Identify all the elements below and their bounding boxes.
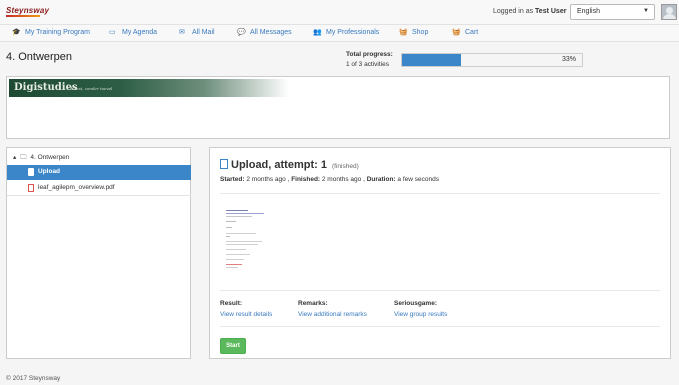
avatar-head-shape xyxy=(666,7,673,14)
tree-item-pdf[interactable]: leaf_agilepm_overview.pdf xyxy=(7,181,191,196)
course-banner: Digistudies kunst, zonder toeval xyxy=(9,79,289,97)
top-bar: Steynsway Logged in as Test User English… xyxy=(0,0,679,25)
document-icon xyxy=(28,168,34,176)
progress-bar: 33% xyxy=(401,53,583,67)
logo-text: Steynsway xyxy=(6,6,50,15)
seriousgame-label: Seriousgame: xyxy=(394,300,437,307)
started-value: 2 months ago , xyxy=(246,176,290,183)
divider xyxy=(220,326,660,327)
page-title: 4. Ontwerpen xyxy=(6,51,73,63)
duration-label: Duration: xyxy=(366,176,396,183)
cart-icon: 🧺 xyxy=(452,29,461,36)
thumb-line xyxy=(226,227,232,228)
divider xyxy=(220,193,660,194)
caret-down-icon: ▼ xyxy=(643,8,649,14)
thumb-line xyxy=(226,241,262,242)
tree-item-label: leaf_agilepm_overview.pdf xyxy=(38,184,115,191)
nav-label: All Messages xyxy=(250,29,292,36)
nav-label: My Professionals xyxy=(326,29,380,36)
thumb-line xyxy=(226,213,264,214)
activity-panel: Upload, attempt: 1 (finished) Started: 2… xyxy=(209,147,671,359)
start-button[interactable]: Start xyxy=(220,338,246,354)
logo-underline xyxy=(6,15,40,17)
professionals-icon: 👥 xyxy=(313,29,322,36)
activity-title: Upload, attempt: 1 (finished) xyxy=(220,159,359,171)
nav-item-all-messages[interactable]: 💬 All Messages xyxy=(237,28,292,36)
main-nav: 🎓 My Training Program ▭ My Agenda ✉ All Mai… xyxy=(0,25,679,42)
view-additional-remarks-link[interactable]: View additional remarks xyxy=(298,311,367,318)
thumb-line xyxy=(226,264,242,265)
banner-tagline: kunst, zonder toeval xyxy=(71,86,113,91)
progress-percent: 33% xyxy=(561,56,576,63)
nav-item-shop[interactable]: 🧺 Shop xyxy=(399,28,428,36)
mail-icon: ✉ xyxy=(179,29,185,36)
shop-icon: 🧺 xyxy=(399,29,408,36)
nav-label: Shop xyxy=(412,29,429,36)
activity-title-text: Upload, attempt: 1 xyxy=(231,159,327,171)
nav-item-agenda[interactable]: ▭ My Agenda xyxy=(109,28,157,36)
footer-copyright: © 2017 Steynsway xyxy=(6,375,61,382)
seriousgame-block: Seriousgame: View group results xyxy=(394,300,447,318)
remarks-label: Remarks: xyxy=(298,300,328,307)
training-icon: 🎓 xyxy=(12,29,21,36)
nav-item-training-program[interactable]: 🎓 My Training Program xyxy=(12,28,90,36)
nav-item-cart[interactable]: 🧺 Cart xyxy=(452,28,478,36)
result-block: Result: View result details xyxy=(220,300,272,318)
thumb-line xyxy=(226,249,246,250)
nav-label: My Training Program xyxy=(25,29,90,36)
remarks-block: Remarks: View additional remarks xyxy=(298,300,367,318)
finished-label: Finished: xyxy=(291,176,321,183)
tree-item-label: Upload xyxy=(38,168,61,175)
duration-value: a few seconds xyxy=(397,176,439,183)
avatar[interactable] xyxy=(661,4,677,20)
nav-label: Cart xyxy=(465,29,479,36)
course-banner-box: Digistudies kunst, zonder toeval xyxy=(6,76,670,139)
thumb-line xyxy=(226,233,256,234)
avatar-body-shape xyxy=(663,14,676,19)
thumb-line xyxy=(226,236,230,237)
thumb-line xyxy=(226,244,258,245)
nav-label: All Mail xyxy=(192,29,215,36)
user-name: Test User xyxy=(535,8,567,15)
messages-icon: 💬 xyxy=(237,29,246,36)
thumb-line xyxy=(226,267,238,268)
activity-meta: Started: 2 months ago , Finished: 2 mont… xyxy=(220,176,439,183)
progress-activities: 1 of 3 activities xyxy=(346,61,389,68)
thumb-line xyxy=(226,259,244,260)
nav-label: My Agenda xyxy=(122,29,158,36)
document-icon xyxy=(220,159,228,170)
folder-icon: 🗀 xyxy=(20,154,27,161)
result-label: Result: xyxy=(220,300,243,307)
collapse-caret-icon: ▴ xyxy=(13,154,17,161)
activity-status: (finished) xyxy=(332,163,359,170)
logged-in-status: Logged in as Test User xyxy=(493,8,566,15)
tree-item-upload[interactable]: Upload xyxy=(7,165,191,180)
thumb-line xyxy=(226,210,248,211)
pdf-icon xyxy=(28,184,34,192)
view-group-results-link[interactable]: View group results xyxy=(394,311,447,318)
course-tree: ▴ 🗀 4. Ontwerpen Upload leaf_agilepm_ove… xyxy=(6,147,191,359)
agenda-icon: ▭ xyxy=(109,29,116,36)
progress-bar-fill xyxy=(402,54,462,66)
divider xyxy=(220,290,660,291)
nav-item-all-mail[interactable]: ✉ All Mail xyxy=(179,28,215,36)
logo[interactable]: Steynsway xyxy=(6,6,50,17)
thumb-line xyxy=(226,221,236,222)
view-result-details-link[interactable]: View result details xyxy=(220,311,272,318)
nav-item-my-professionals[interactable]: 👥 My Professionals xyxy=(313,28,379,36)
finished-value: 2 months ago , xyxy=(321,176,365,183)
tree-root-label: 4. Ontwerpen xyxy=(30,154,70,161)
document-thumbnail[interactable] xyxy=(226,208,266,272)
banner-brand: Digistudies xyxy=(14,82,78,93)
thumb-line xyxy=(226,216,252,217)
tree-root-item[interactable]: ▴ 🗀 4. Ontwerpen xyxy=(13,153,69,164)
language-select[interactable]: English ▼ xyxy=(570,4,655,20)
progress-label: Total progress: xyxy=(346,51,393,58)
started-label: Started: xyxy=(220,176,245,183)
logged-in-prefix: Logged in as xyxy=(493,8,534,15)
language-value: English xyxy=(577,8,600,15)
thumb-line xyxy=(226,254,250,255)
